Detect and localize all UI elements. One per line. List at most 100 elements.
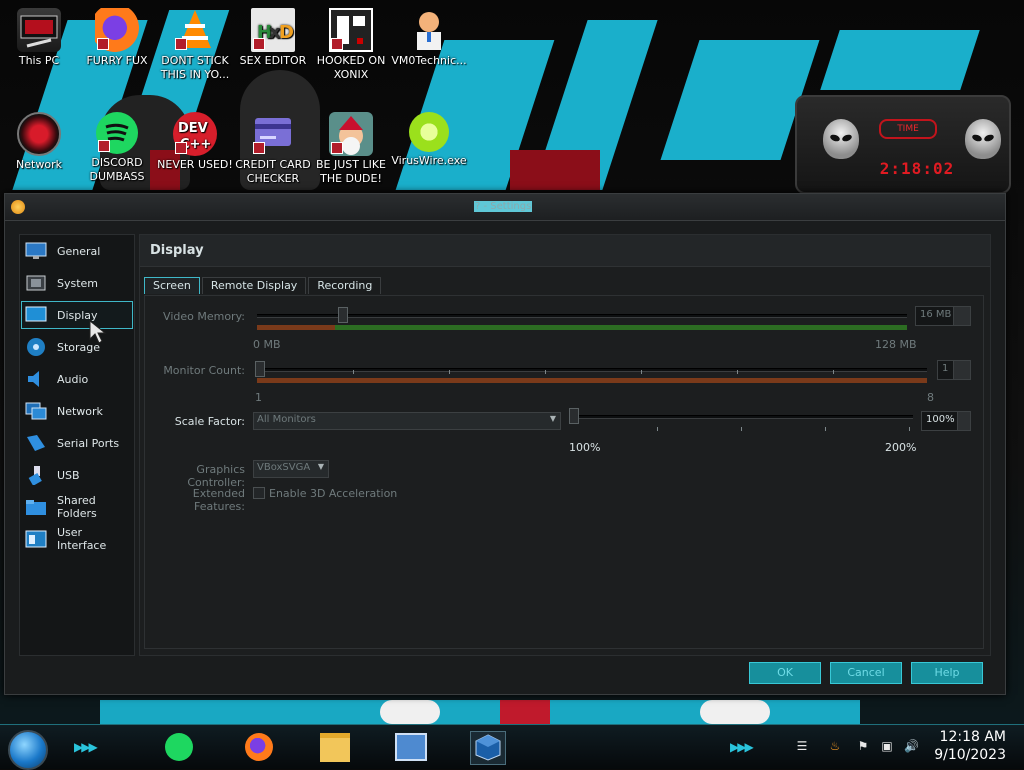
desktop-icon-label: HOOKED ON XONIX	[316, 54, 386, 81]
dev-cpp-icon: DEV C++	[173, 112, 217, 156]
tab-remote-display[interactable]: Remote Display	[201, 277, 307, 294]
desktop-icon-label: VM0Technic...	[391, 54, 467, 67]
sidebar-item-shared-folders[interactable]: Shared Folders	[22, 494, 132, 520]
usb-icon	[25, 465, 47, 485]
sidebar-item-serial-ports[interactable]: Serial Ports	[22, 430, 132, 456]
storage-icon	[25, 337, 47, 357]
chevron-decoration-icon: ▶▶▶	[74, 740, 98, 754]
virtualbox-icon	[474, 733, 502, 764]
ok-button[interactable]: OK	[749, 662, 821, 684]
tab-screen[interactable]: Screen	[144, 277, 200, 294]
taskbar-control-panel[interactable]	[394, 731, 428, 763]
sidebar-item-usb[interactable]: USB	[22, 462, 132, 488]
sidebar-item-system[interactable]: System	[22, 270, 132, 296]
sidebar-item-display[interactable]: Display	[21, 301, 133, 329]
scale-factor-slider[interactable]	[569, 408, 579, 424]
sidebar-item-user-interface[interactable]: User Interface	[22, 526, 132, 552]
sidebar-item-audio[interactable]: Audio	[22, 366, 132, 392]
credit-card-icon	[251, 112, 295, 156]
volume-icon[interactable]: 🔊	[904, 739, 919, 753]
serial-port-icon	[25, 433, 47, 453]
desktop-icon-network[interactable]: Network	[0, 112, 78, 172]
clock-widget: TIME 2:18:02	[795, 95, 1011, 194]
graphics-controller-label: Graphics Controller:	[187, 463, 245, 489]
display-icon	[25, 305, 47, 325]
enable-3d-acceleration-label[interactable]: Enable 3D Acceleration	[269, 487, 397, 500]
tab-recording[interactable]: Recording	[308, 277, 382, 294]
tick	[641, 370, 642, 374]
desktop-icon-label: DISCORD DUMBASS	[89, 156, 145, 183]
menu-lines-icon[interactable]: ☰	[795, 739, 809, 753]
sidebar-item-label: Shared Folders	[57, 494, 97, 520]
svg-text:DEV: DEV	[178, 121, 208, 136]
tick	[657, 427, 658, 431]
monitor-count-track	[257, 368, 927, 372]
taskbar-file-explorer[interactable]	[318, 731, 352, 763]
taskbar-firefox[interactable]	[242, 731, 276, 763]
desktop-icon-hooked-on-xonix[interactable]: HOOKED ON XONIX	[312, 8, 390, 82]
monitor-count-value: 1	[942, 363, 949, 374]
spin-buttons[interactable]	[953, 361, 970, 379]
spin-buttons[interactable]	[953, 307, 970, 325]
video-memory-min-label: 0 MB	[253, 338, 281, 351]
desktop-icon-dont-stick[interactable]: DONT STICK THIS IN YO...	[156, 8, 234, 82]
tick	[741, 427, 742, 431]
desktop-icon-label: VirusWire.exe	[391, 154, 467, 167]
sidebar-item-label: Serial Ports	[57, 436, 120, 450]
desktop-icon-be-just-like-the-dude[interactable]: BE JUST LIKE THE DUDE!	[312, 112, 390, 186]
desktop-icon-vm0technic[interactable]: VM0Technic...	[390, 8, 468, 68]
clock-widget-label: TIME	[879, 119, 937, 139]
desktop-icon-sex-editor[interactable]: HxD SEX EDITOR	[234, 8, 312, 68]
sidebar-item-storage[interactable]: Storage	[22, 334, 132, 360]
tick	[737, 370, 738, 374]
extended-features-label: Extended Features:	[192, 487, 245, 513]
alien-head-icon	[965, 119, 1001, 159]
flag-icon[interactable]: ⚑	[856, 739, 870, 753]
taskbar-virtualbox[interactable]	[470, 731, 506, 765]
settings-sidebar: General System Display Storage Audio Net…	[19, 234, 135, 656]
desktop-icon-this-pc[interactable]: This PC	[0, 8, 78, 68]
video-memory-value: 16 MB	[920, 309, 952, 320]
graphics-controller-value: VBoxSVGA	[257, 462, 311, 473]
speaker-icon	[25, 369, 47, 389]
video-memory-spinbox[interactable]: 16 MB	[915, 306, 971, 326]
desktop-icon-label: CREDIT CARD CHECKER	[235, 158, 311, 185]
spotify-icon	[96, 112, 138, 154]
scale-factor-monitor-select[interactable]: All Monitors ▼	[253, 412, 561, 430]
folder-icon	[25, 497, 47, 517]
start-button[interactable]	[8, 730, 48, 770]
monitor-count-slider[interactable]	[255, 361, 265, 377]
taskbar-clock[interactable]: 12:18 AM 9/10/2023	[934, 728, 1006, 764]
enable-3d-acceleration-checkbox[interactable]	[253, 487, 265, 499]
desktop-icon-label: DONT STICK THIS IN YO...	[160, 54, 230, 81]
graphics-controller-select[interactable]: VBoxSVGA ▼	[253, 460, 329, 478]
clock-date: 9/10/2023	[934, 747, 1006, 763]
monitor-count-spinbox[interactable]: 1	[937, 360, 971, 380]
chip-icon	[25, 273, 47, 293]
desktop-icon-viruswire[interactable]: VirusWire.exe	[390, 112, 468, 168]
desktop-icon-credit-card-checker[interactable]: CREDIT CARD CHECKER	[234, 112, 312, 186]
mouse-cursor-icon	[89, 319, 107, 344]
video-memory-slider[interactable]	[338, 307, 348, 323]
taskbar-spotify[interactable]	[162, 731, 196, 763]
video-memory-ok-range	[335, 325, 907, 330]
cancel-button[interactable]: Cancel	[830, 662, 902, 684]
sidebar-item-general[interactable]: General	[22, 238, 132, 264]
window-title: ? - Settings	[474, 201, 533, 212]
scale-factor-min-label: 100%	[569, 441, 601, 454]
help-button[interactable]: Help	[911, 662, 983, 684]
window-title-bar[interactable]: ? - Settings	[5, 194, 1005, 221]
monitor-icon	[25, 241, 47, 261]
tick	[353, 370, 354, 374]
sidebar-item-network[interactable]: Network	[22, 398, 132, 424]
network-tray-icon[interactable]: ▣	[880, 739, 894, 753]
desktop-icon-discord-dumbass[interactable]: DISCORD DUMBASS	[78, 112, 156, 184]
desktop-icon-furry-fux[interactable]: FURRY FUX	[78, 8, 156, 68]
scale-factor-spinbox[interactable]: 100%	[921, 411, 971, 431]
video-memory-low-range	[257, 325, 335, 330]
java-icon[interactable]: ♨	[828, 739, 842, 753]
spin-buttons[interactable]	[957, 412, 970, 430]
tick	[909, 427, 910, 431]
desktop-icon-never-used[interactable]: DEV C++ NEVER USED!	[156, 112, 234, 172]
sidebar-item-label: General	[57, 244, 101, 258]
